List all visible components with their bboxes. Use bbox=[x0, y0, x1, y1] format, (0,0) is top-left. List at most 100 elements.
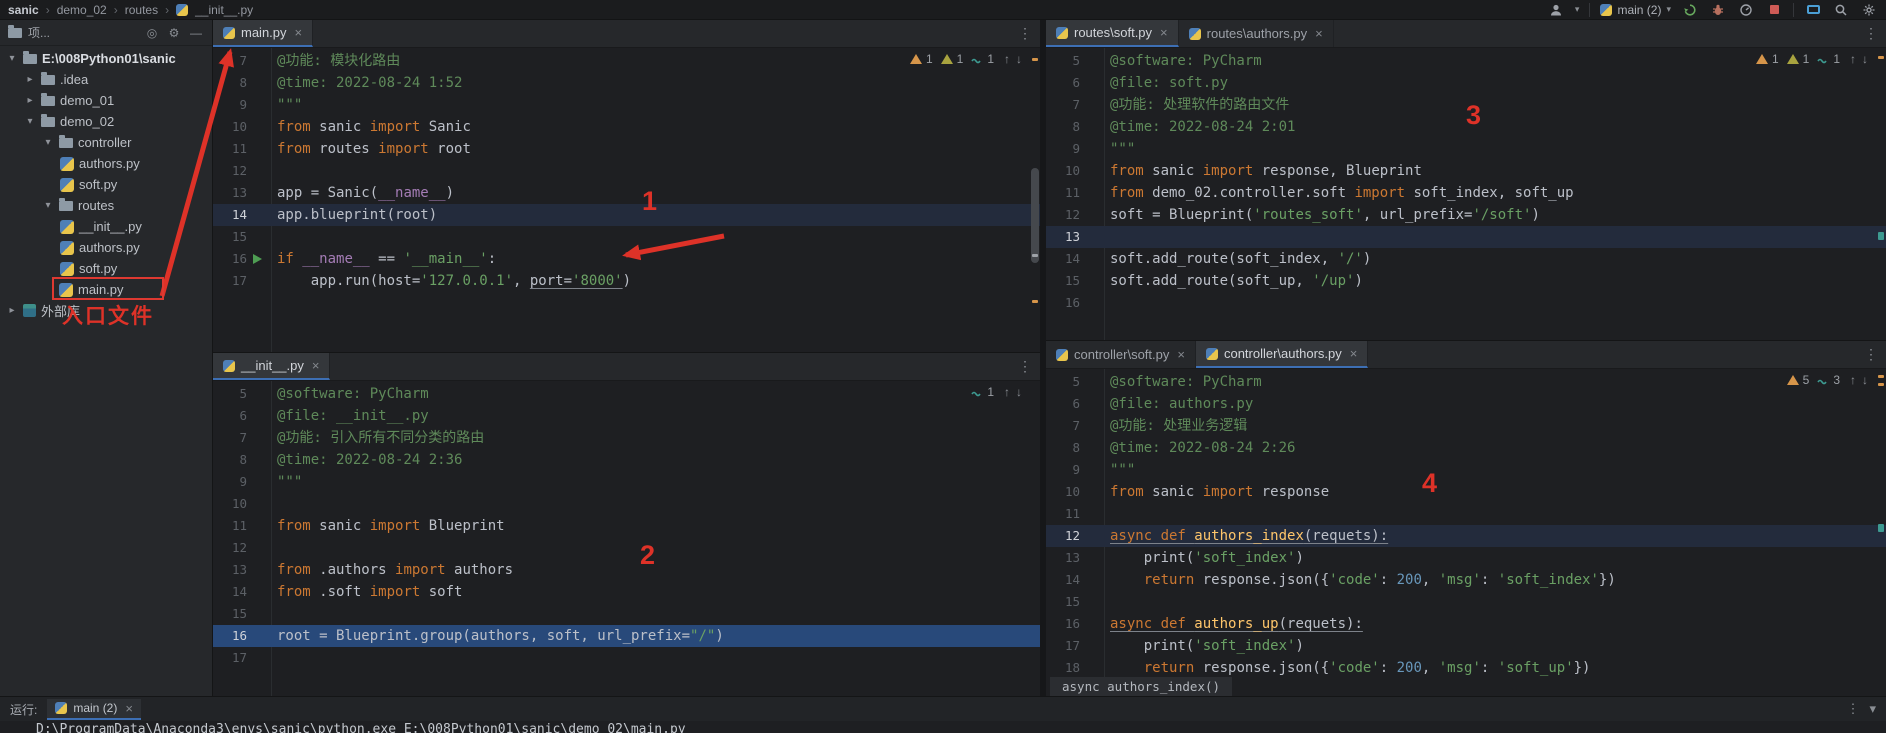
code-line[interactable]: 10 from sanic import response, Blueprint bbox=[1046, 160, 1886, 182]
code-line[interactable]: 13 bbox=[1046, 226, 1886, 248]
tree-item-main-py[interactable]: main.py bbox=[0, 279, 212, 300]
scrollbar[interactable] bbox=[1876, 48, 1886, 340]
code-line[interactable]: 17 app.run(host='127.0.0.1', port='8000'… bbox=[213, 270, 1040, 292]
code-line[interactable]: 8 @time: 2022-08-24 1:52 bbox=[213, 72, 1040, 94]
code-line[interactable]: 7 @功能: 引入所有不同分类的路由 bbox=[213, 427, 1040, 449]
tab-close-icon[interactable]: × bbox=[1315, 26, 1323, 41]
inspections-widget[interactable]: 1 1 1 ↑ ↓ bbox=[1755, 52, 1868, 66]
editor-tab-controller-soft-py[interactable]: controller\soft.py × bbox=[1046, 341, 1196, 368]
scrollbar[interactable] bbox=[1030, 381, 1040, 696]
code-line[interactable]: 10 bbox=[213, 493, 1040, 515]
run-line-icon[interactable] bbox=[253, 254, 262, 264]
tree-item-routes-soft-py[interactable]: soft.py bbox=[0, 258, 212, 279]
tab-close-icon[interactable]: × bbox=[1160, 25, 1168, 40]
code-line[interactable]: 16 async def authors_up(requets): bbox=[1046, 613, 1886, 635]
settings-button[interactable] bbox=[1860, 1, 1878, 19]
tab-options-icon[interactable]: ⋮ bbox=[1018, 358, 1032, 375]
tree-item-controller[interactable]: ▾ controller bbox=[0, 132, 212, 153]
prev-problem-icon[interactable]: ↑ bbox=[1850, 52, 1856, 66]
code-line[interactable]: 7 @功能: 处理业务逻辑 bbox=[1046, 415, 1886, 437]
breadcrumb-folder[interactable]: routes bbox=[125, 3, 158, 17]
collapse-tool-icon[interactable]: ▾ bbox=[1869, 701, 1876, 717]
code-line[interactable]: 14 soft.add_route(soft_index, '/') bbox=[1046, 248, 1886, 270]
code-editor-init[interactable]: 5 @software: PyCharm 6 @file: __init__.py 7 @… bbox=[213, 383, 1040, 669]
tab-close-icon[interactable]: × bbox=[312, 358, 320, 373]
debug-button[interactable] bbox=[1709, 1, 1727, 19]
code-editor-main[interactable]: 7 @功能: 模块化路由 8 @time: 2022-08-24 1:52 9 """ 10… bbox=[213, 50, 1040, 292]
code-line[interactable]: 18 return response.json({'code': 200, 'm… bbox=[1046, 657, 1886, 679]
search-everywhere-button[interactable] bbox=[1832, 1, 1850, 19]
run-config-selector[interactable]: main (2) ▾ bbox=[1600, 3, 1671, 17]
chevron-down-icon[interactable]: ▾ bbox=[6, 53, 18, 64]
next-problem-icon[interactable]: ↓ bbox=[1016, 52, 1022, 66]
code-line[interactable]: 9 """ bbox=[1046, 459, 1886, 481]
code-line[interactable]: 12 soft = Blueprint('routes_soft', url_pr… bbox=[1046, 204, 1886, 226]
code-line[interactable]: 14 from .soft import soft bbox=[213, 581, 1040, 603]
code-line[interactable]: 11 from demo_02.controller.soft import so… bbox=[1046, 182, 1886, 204]
screen-share-button[interactable] bbox=[1804, 1, 1822, 19]
prev-problem-icon[interactable]: ↑ bbox=[1004, 52, 1010, 66]
prev-problem-icon[interactable]: ↑ bbox=[1004, 385, 1010, 399]
next-problem-icon[interactable]: ↓ bbox=[1862, 52, 1868, 66]
code-area-routes-soft[interactable]: 5 @software: PyCharm 6 @file: soft.py 7 @功能: … bbox=[1046, 48, 1886, 340]
chevron-down-icon[interactable]: ▾ bbox=[24, 116, 36, 127]
tree-item-controller-soft-py[interactable]: soft.py bbox=[0, 174, 212, 195]
chevron-down-icon[interactable]: ▾ bbox=[42, 137, 54, 148]
scrollbar[interactable] bbox=[1030, 48, 1040, 352]
code-line[interactable]: 13 from .authors import authors bbox=[213, 559, 1040, 581]
next-problem-icon[interactable]: ↓ bbox=[1862, 373, 1868, 387]
breadcrumb-folder[interactable]: demo_02 bbox=[57, 3, 107, 17]
tree-item-demo-02[interactable]: ▾ demo_02 bbox=[0, 111, 212, 132]
tab-options-icon[interactable]: ⋮ bbox=[1864, 346, 1878, 363]
code-line[interactable]: 5 @software: PyCharm bbox=[213, 383, 1040, 405]
code-line[interactable]: 13 print('soft_index') bbox=[1046, 547, 1886, 569]
code-line[interactable]: 12 bbox=[213, 537, 1040, 559]
editor-tab-routes-soft-py[interactable]: routes\soft.py × bbox=[1046, 20, 1179, 47]
code-line[interactable]: 11 bbox=[1046, 503, 1886, 525]
code-line[interactable]: 15 bbox=[1046, 591, 1886, 613]
editor-tab-main-py[interactable]: main.py × bbox=[213, 20, 314, 47]
code-line[interactable]: 15 bbox=[213, 226, 1040, 248]
code-line[interactable]: 12 bbox=[213, 160, 1040, 182]
tree-item-routes-authors-py[interactable]: authors.py bbox=[0, 237, 212, 258]
profiler-button[interactable] bbox=[1737, 1, 1755, 19]
editor-tab-init-py[interactable]: __init__.py × bbox=[213, 353, 331, 380]
editor-tab-routes-authors-py[interactable]: routes\authors.py × bbox=[1179, 20, 1334, 47]
chevron-right-icon[interactable]: ▸ bbox=[24, 74, 36, 85]
scrollbar-thumb[interactable] bbox=[1031, 168, 1039, 263]
code-line[interactable]: 17 print('soft_index') bbox=[1046, 635, 1886, 657]
rerun-button[interactable] bbox=[1681, 1, 1699, 19]
chevron-right-icon[interactable]: ▸ bbox=[6, 305, 18, 316]
run-console[interactable]: D:\ProgramData\Anaconda3\envs\sanic\pyth… bbox=[0, 721, 1886, 733]
code-line[interactable]: 14 return response.json({'code': 200, 'm… bbox=[1046, 569, 1886, 591]
code-line[interactable]: 13 app = Sanic(__name__) bbox=[213, 182, 1040, 204]
code-line[interactable]: 6 @file: __init__.py bbox=[213, 405, 1040, 427]
code-editor-controller-authors[interactable]: 5 @software: PyCharm 6 @file: authors.py 7 @功… bbox=[1046, 371, 1886, 679]
tab-close-icon[interactable]: × bbox=[1177, 347, 1185, 362]
editor-tab-controller-authors-py[interactable]: controller\authors.py × bbox=[1195, 341, 1369, 368]
code-line[interactable]: 9 """ bbox=[213, 94, 1040, 116]
inspections-widget[interactable]: 1 1 1 ↑ ↓ bbox=[909, 52, 1022, 66]
code-line[interactable]: 12 async def authors_index(requets): bbox=[1046, 525, 1886, 547]
code-line[interactable]: 16 bbox=[1046, 292, 1886, 314]
tab-options-icon[interactable]: ⋮ bbox=[1864, 25, 1878, 42]
code-line[interactable]: 15 bbox=[213, 603, 1040, 625]
code-line[interactable]: 8 @time: 2022-08-24 2:01 bbox=[1046, 116, 1886, 138]
locate-file-icon[interactable]: ◎ bbox=[144, 26, 160, 40]
tool-settings-icon[interactable]: ⚙ bbox=[166, 26, 182, 40]
tree-item-demo-01[interactable]: ▸ demo_01 bbox=[0, 90, 212, 111]
tree-item-controller-authors-py[interactable]: authors.py bbox=[0, 153, 212, 174]
prev-problem-icon[interactable]: ↑ bbox=[1850, 373, 1856, 387]
code-line[interactable]: 6 @file: authors.py bbox=[1046, 393, 1886, 415]
code-line[interactable]: 5 @software: PyCharm bbox=[1046, 371, 1886, 393]
tab-close-icon[interactable]: × bbox=[125, 701, 133, 716]
stop-button[interactable] bbox=[1765, 1, 1783, 19]
code-line[interactable]: 16 root = Blueprint.group(authors, soft, … bbox=[213, 625, 1040, 647]
code-line[interactable]: 15 soft.add_route(soft_up, '/up') bbox=[1046, 270, 1886, 292]
project-tab-label[interactable]: 项... bbox=[28, 24, 50, 41]
chevron-down-icon[interactable]: ▾ bbox=[1575, 4, 1580, 15]
tab-close-icon[interactable]: × bbox=[295, 25, 303, 40]
code-line[interactable]: 9 """ bbox=[1046, 138, 1886, 160]
tab-close-icon[interactable]: × bbox=[1350, 346, 1358, 361]
inspections-widget[interactable]: 5 3 ↑ ↓ bbox=[1786, 373, 1868, 387]
